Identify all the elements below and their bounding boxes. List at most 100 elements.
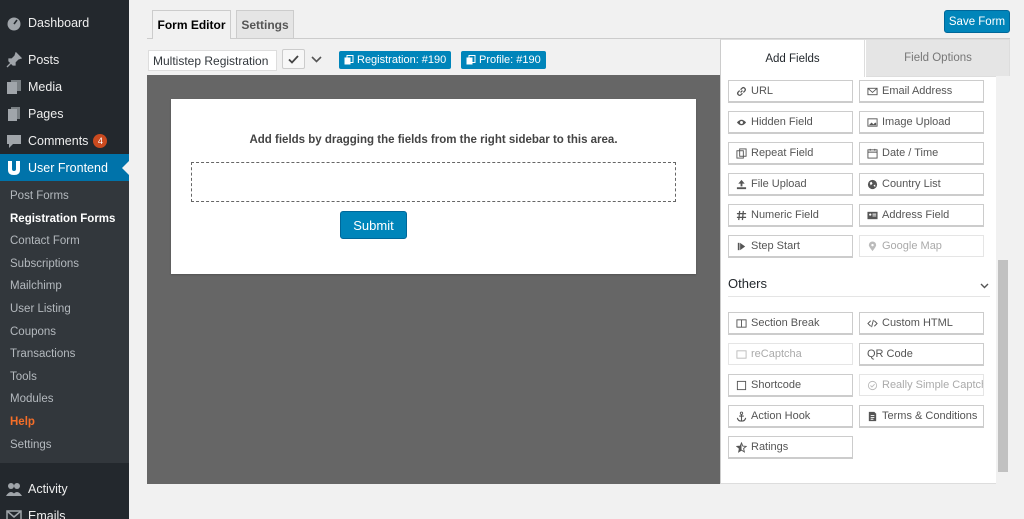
submit-button[interactable]: Submit [340, 211, 407, 239]
link-icon [736, 86, 747, 97]
registration-shortcode[interactable]: Registration: #190 [339, 51, 452, 69]
drag-hint-text: Add fields by dragging the fields from t… [249, 134, 618, 146]
fields-panel: Add Fields Field Options URL Email Addre… [720, 39, 1010, 484]
menu-emails[interactable]: Emails [0, 502, 129, 519]
field-label: Numeric Field [751, 209, 819, 221]
submenu-subscriptions[interactable]: Subscriptions [0, 253, 129, 276]
tab-add-fields[interactable]: Add Fields [721, 40, 865, 77]
save-form-button[interactable]: Save Form [944, 10, 1010, 33]
submenu-help[interactable]: Help [0, 411, 129, 434]
anchor-icon [736, 411, 747, 422]
menu-media[interactable]: Media [0, 73, 129, 100]
user-frontend-submenu: Post Forms Registration Forms Contact Fo… [0, 181, 129, 464]
field-label: Ratings [751, 441, 789, 453]
field-label: Step Start [751, 240, 800, 252]
menu-dashboard[interactable]: Dashboard [0, 9, 129, 36]
field-url[interactable]: URL [728, 80, 853, 102]
hash-icon [736, 210, 747, 221]
field-label: Address Field [882, 209, 950, 221]
field-label: Google Map [882, 240, 942, 252]
submenu-user-listing[interactable]: User Listing [0, 298, 129, 321]
menu-pages[interactable]: Pages [0, 100, 129, 127]
file-text-icon [867, 411, 878, 422]
menu-activity[interactable]: Activity [0, 475, 129, 502]
field-repeat[interactable]: Repeat Field [728, 142, 853, 164]
check-circle-icon [867, 380, 878, 391]
tab-settings[interactable]: Settings [236, 10, 294, 38]
menu-label: Dashboard [28, 15, 90, 30]
field-shortcode[interactable]: Shortcode [728, 374, 853, 396]
scrollbar-thumb[interactable] [998, 260, 1008, 472]
step-forward-icon [736, 241, 747, 252]
field-label: QR Code [867, 348, 913, 360]
field-label: Shortcode [751, 379, 802, 391]
field-label: Date / Time [882, 147, 939, 159]
submenu-contact-form[interactable]: Contact Form [0, 230, 129, 253]
menu-label: Emails [28, 508, 66, 519]
upload-icon [736, 179, 747, 190]
field-address[interactable]: Address Field [859, 204, 984, 226]
field-label: Custom HTML [882, 317, 953, 329]
field-label: Section Break [751, 317, 820, 329]
field-custom-html[interactable]: Custom HTML [859, 312, 984, 334]
menu-label: Comments [28, 133, 89, 148]
chevron-down-icon [980, 283, 989, 289]
submenu-coupons[interactable]: Coupons [0, 321, 129, 344]
menu-user-frontend[interactable]: User Frontend [0, 154, 129, 181]
envelope-icon [867, 86, 878, 97]
submenu-post-forms[interactable]: Post Forms [0, 185, 129, 208]
copy-icon [736, 147, 747, 159]
field-hidden[interactable]: Hidden Field [728, 111, 853, 133]
field-terms-conditions[interactable]: Terms & Conditions [859, 405, 984, 427]
profile-shortcode[interactable]: Profile: #190 [461, 51, 546, 69]
chevron-down-icon [311, 55, 322, 63]
field-date-time[interactable]: Date / Time [859, 142, 984, 164]
comment-count-badge: 4 [93, 133, 108, 148]
field-label: Country List [882, 178, 941, 190]
confirm-name-button[interactable] [282, 49, 305, 69]
panel-scrollbar[interactable] [996, 76, 1010, 484]
field-numeric[interactable]: Numeric Field [728, 204, 853, 226]
copy-icon [344, 55, 354, 65]
field-google-map: Google Map [859, 235, 984, 257]
submenu-tools[interactable]: Tools [0, 366, 129, 389]
field-qr-code[interactable]: QR Code [859, 343, 984, 365]
shortcode-label: Profile: #190 [479, 54, 541, 66]
field-ratings[interactable]: Ratings [728, 436, 853, 458]
menu-label: User Frontend [28, 160, 108, 175]
field-drop-zone[interactable] [191, 162, 676, 202]
field-label: Repeat Field [751, 147, 814, 159]
comment-icon [0, 133, 28, 149]
form-preview: Add fields by dragging the fields from t… [171, 99, 696, 274]
code-icon [867, 318, 878, 329]
field-section-break[interactable]: Section Break [728, 312, 853, 334]
others-collapse-toggle[interactable] [980, 277, 989, 292]
submenu-modules[interactable]: Modules [0, 388, 129, 411]
tab-form-editor[interactable]: Form Editor [152, 10, 231, 39]
media-icon [0, 79, 28, 95]
user-frontend-icon [0, 160, 28, 176]
field-image-upload[interactable]: Image Upload [859, 111, 984, 133]
globe-icon [867, 179, 878, 190]
form-name-input[interactable] [148, 50, 277, 71]
submenu-transactions[interactable]: Transactions [0, 343, 129, 366]
field-label: Terms & Conditions [882, 410, 978, 422]
field-email-address[interactable]: Email Address [859, 80, 984, 102]
others-section-title: Others [728, 276, 768, 291]
field-label: URL [751, 85, 774, 97]
menu-comments[interactable]: Comments 4 [0, 127, 129, 154]
field-action-hook[interactable]: Action Hook [728, 405, 853, 427]
field-file-upload[interactable]: File Upload [728, 173, 853, 195]
admin-sidebar: Dashboard Posts Media Pages Comments 4 U… [0, 0, 129, 519]
submenu-registration-forms[interactable]: Registration Forms [0, 208, 129, 231]
menu-posts[interactable]: Posts [0, 46, 129, 73]
field-label: Image Upload [882, 116, 951, 128]
submenu-mailchimp[interactable]: Mailchimp [0, 275, 129, 298]
tab-field-options[interactable]: Field Options [866, 40, 1009, 77]
star-half-icon [736, 441, 747, 453]
form-switcher-toggle[interactable] [309, 49, 324, 69]
shortcode-label: Registration: #190 [357, 54, 447, 66]
field-country-list[interactable]: Country List [859, 173, 984, 195]
field-step-start[interactable]: Step Start [728, 235, 853, 257]
submenu-settings[interactable]: Settings [0, 434, 129, 457]
